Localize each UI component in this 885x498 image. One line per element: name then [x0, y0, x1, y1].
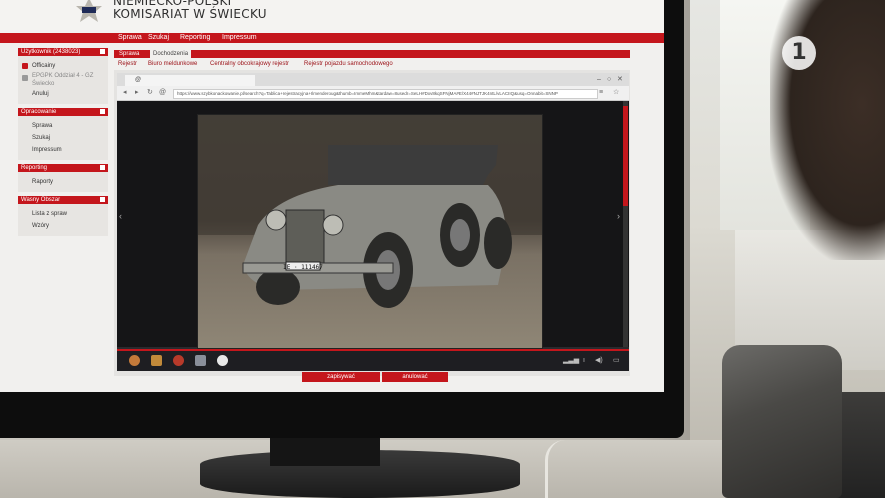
section-title: Reporting — [21, 165, 48, 171]
image-viewer: ‹ IE · 111467 › — [117, 101, 629, 349]
reload-icon[interactable]: ↻ — [147, 89, 153, 97]
prev-arrow-icon[interactable]: ‹ — [119, 211, 122, 221]
site-icon: @ — [159, 89, 167, 96]
tab-dochodzenia[interactable]: Dochodzenia — [150, 50, 192, 58]
nav-reporting[interactable]: Reporting — [180, 33, 210, 43]
sidebar-item-sprawa[interactable]: Sprawa — [18, 120, 108, 132]
cancel-button[interactable]: anulować — [382, 372, 448, 382]
sidebar-item-wzory[interactable]: Wzóry — [18, 220, 108, 232]
section-header-opracowanie: Opracowanie — [18, 108, 108, 116]
browser-toolbar: ◂ ▸ ↻ @ https://www.szybkonackowanie.pl/… — [117, 86, 629, 101]
folder-icon[interactable] — [151, 355, 162, 366]
tab-bar: Sprawa Dochodzenia — [114, 50, 630, 58]
nav-impressum[interactable]: Impressum — [222, 33, 257, 43]
forward-icon[interactable]: ▸ — [135, 89, 139, 97]
url-bar[interactable]: https://www.szybkonackowanie.pl/search?q… — [173, 89, 598, 99]
menu-icon[interactable]: ≡ — [599, 89, 603, 97]
section-title: Wasny Obszar — [21, 197, 61, 203]
close-icon[interactable]: ✕ — [617, 75, 623, 84]
notification-icon[interactable]: ▭ — [613, 356, 620, 366]
section-header-reporting: Reporting — [18, 164, 108, 172]
info-icon: ı — [583, 357, 585, 364]
volume-icon[interactable]: ◀) — [595, 356, 603, 366]
section-body-reporting: Raporty — [18, 172, 108, 192]
start-icon[interactable] — [129, 355, 140, 366]
phone-handset — [722, 345, 842, 498]
maximize-icon[interactable]: ○ — [607, 75, 611, 84]
sidebar-item-lista-spraw[interactable]: Lista z spraw — [18, 208, 108, 220]
user-header-label: Użytkownik (2438023) — [21, 49, 81, 55]
browser-tab[interactable]: @ — [125, 75, 255, 86]
sidebar-item-cancel[interactable]: Anuluj — [18, 88, 108, 100]
vehicle-photo: IE · 111467 — [197, 114, 543, 349]
broadcaster-logo: 1 — [782, 36, 816, 70]
subtab-rejestr[interactable]: Rejestr — [118, 59, 137, 69]
nav-sprawa[interactable]: Sprawa — [118, 33, 142, 43]
document-icon — [100, 109, 105, 114]
section-body-wasny-obszar: Lista z spraw Wzóry — [18, 204, 108, 236]
envelope-icon[interactable] — [100, 49, 105, 54]
signal-icon: ▂▃▅ — [563, 357, 580, 364]
minimize-icon[interactable]: – — [597, 75, 601, 84]
sync-icon[interactable] — [217, 355, 228, 366]
back-icon[interactable]: ◂ — [123, 89, 127, 97]
monitor-stand — [270, 436, 380, 466]
sidebar-item-szukaj[interactable]: Szukaj — [18, 132, 108, 144]
nav-szukaj[interactable]: Szukaj — [148, 33, 169, 43]
document-icon — [100, 165, 105, 170]
car-illustration: IE · 111467 — [198, 115, 542, 308]
sidebar-item-unit: EPGPK Oddział 4 - GZ Świecko — [18, 72, 108, 88]
embedded-browser: @ – ○ ✕ ◂ ▸ ↻ @ https://www.szybkonackow… — [117, 73, 629, 371]
header: NIEMIECKO-POLSKI KOMISARIAT W ŚWIECKU — [0, 0, 664, 33]
section-header-wasny-obszar: Wasny Obszar — [18, 196, 108, 204]
top-nav: Sprawa Szukaj Reporting Impressum — [0, 33, 664, 43]
tab-sprawa[interactable]: Sprawa — [116, 50, 142, 58]
user-section-body: Officainy EPGPK Oddział 4 - GZ Świecko A… — [18, 56, 108, 104]
subtab-centralny-rejestr[interactable]: Centralny obcokrajowy rejestr — [210, 59, 289, 69]
sub-tab-bar: Rejestr Biuro meldunkowe Centralny obcok… — [114, 59, 630, 69]
next-arrow-icon[interactable]: › — [617, 211, 620, 221]
monitor-bezel: NIEMIECKO-POLSKI KOMISARIAT W ŚWIECKU Sp… — [0, 0, 684, 438]
save-button[interactable]: zapisywać — [302, 372, 380, 382]
screen: NIEMIECKO-POLSKI KOMISARIAT W ŚWIECKU Sp… — [0, 0, 664, 392]
section-title: Opracowanie — [21, 109, 57, 115]
user-section-header: Użytkownik (2438023) — [18, 48, 108, 56]
sidebar-item-user[interactable]: Officainy — [18, 60, 108, 72]
subtab-rejestr-pojazdu[interactable]: Rejestr pojazdu samochodowego — [304, 59, 393, 69]
scrollbar-thumb[interactable] — [623, 106, 628, 206]
scrollbar[interactable] — [623, 101, 628, 347]
subtab-biuro-meldunkowe[interactable]: Biuro meldunkowe — [148, 59, 197, 69]
sidebar-item-raporty[interactable]: Raporty — [18, 176, 108, 188]
sidebar-item-impressum[interactable]: Impressum — [18, 144, 108, 156]
browser-tab-bar: @ – ○ ✕ — [117, 73, 629, 86]
document-app-icon[interactable] — [195, 355, 206, 366]
sidebar: Użytkownik (2438023) Officainy EPGPK Odd… — [18, 48, 108, 236]
person-icon — [100, 197, 105, 202]
section-body-opracowanie: Sprawa Szukaj Impressum — [18, 116, 108, 160]
browser-app-icon[interactable] — [173, 355, 184, 366]
org-name-line2: KOMISARIAT W ŚWIECKU — [113, 7, 267, 21]
taskbar: ▂▃▅ ı ◀) ▭ — [117, 349, 629, 371]
star-icon[interactable]: ☆ — [613, 89, 619, 97]
license-plate: IE · 111467 — [283, 264, 323, 271]
cable — [545, 440, 588, 498]
police-star-badge-icon — [76, 0, 102, 22]
